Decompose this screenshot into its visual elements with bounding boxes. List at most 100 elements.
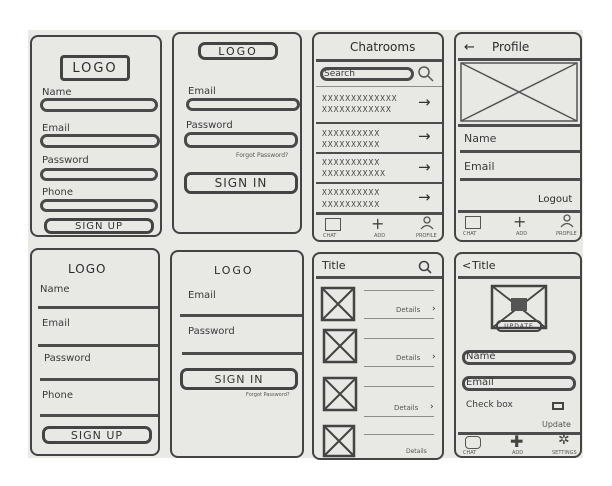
signup-screen-2: LOGO Name Email Password Phone SIGN UP: [30, 248, 160, 456]
profile-nav-item[interactable]: PROFILE: [414, 216, 442, 240]
add-label: ADD: [512, 450, 524, 456]
add-nav-item[interactable]: + ADD: [368, 214, 392, 240]
update-image-button[interactable]: UPDATE: [496, 320, 542, 332]
edit-screen: < Title UPDATE Name Email Check box Upda…: [454, 252, 582, 458]
page-title: Title: [322, 259, 346, 272]
settings-label: SETTINGS: [552, 450, 577, 456]
phone-label: Phone: [42, 187, 73, 198]
chat-line-2: XXXXXXXXXX: [322, 140, 381, 149]
user-icon: [420, 216, 434, 230]
name-field[interactable]: [38, 306, 158, 309]
name-label: Name: [466, 351, 496, 362]
image-placeholder-icon: [322, 328, 358, 364]
profile-screen: ← Profile Name Email Logout CHAT + ADD P…: [454, 32, 582, 242]
chatrooms-screen: Chatrooms Search XXXXXXXXXXXXX XXXXXXXXX…: [312, 32, 444, 242]
password-label: Password: [42, 155, 89, 166]
add-nav-item[interactable]: + ADD: [510, 212, 534, 240]
password-label: Password: [188, 326, 235, 337]
chat-nav-item[interactable]: CHAT: [320, 218, 346, 240]
sign-up-button[interactable]: SIGN UP: [44, 218, 154, 234]
checkbox-label: Check box: [466, 400, 513, 410]
search-icon[interactable]: [418, 66, 434, 82]
chat-icon: [465, 436, 481, 449]
password-field[interactable]: [40, 378, 158, 381]
chat-icon: [465, 216, 481, 229]
checkbox[interactable]: [552, 402, 564, 410]
phone-label: Phone: [42, 390, 73, 401]
plus-icon: ✚: [510, 432, 524, 451]
profile-label: PROFILE: [556, 231, 577, 237]
gear-icon: ✲: [558, 432, 570, 448]
plus-icon: +: [371, 214, 385, 233]
chat-line-2: XXXXXXXXXXXX: [322, 105, 392, 114]
arrow-right-icon[interactable]: →: [418, 160, 431, 175]
forgot-password-link[interactable]: Forgot Password?: [236, 152, 288, 159]
email-field[interactable]: [186, 98, 300, 111]
add-label: ADD: [374, 233, 386, 239]
forgot-password-link[interactable]: Forgot Password?: [246, 392, 290, 398]
password-field[interactable]: [182, 352, 302, 355]
email-label: Email: [188, 290, 216, 301]
list-item[interactable]: XXXXXXXXXXXXX XXXXXXXXXXXX →: [314, 90, 442, 124]
details-link[interactable]: Details: [406, 448, 427, 455]
email-label: Email: [466, 377, 494, 388]
list-item[interactable]: Details ›: [314, 326, 442, 372]
email-label: Email: [464, 160, 495, 173]
list-item[interactable]: Details ›: [314, 280, 442, 324]
back-icon[interactable]: <: [462, 259, 471, 272]
password-label: Password: [44, 353, 91, 364]
arrow-right-icon[interactable]: →: [418, 95, 431, 110]
image-placeholder-icon: [322, 424, 356, 458]
chat-label: CHAT: [463, 231, 477, 237]
settings-nav-item[interactable]: ✲ SETTINGS: [552, 432, 580, 456]
email-label: Email: [42, 318, 70, 329]
email-field[interactable]: [38, 344, 158, 347]
logout-button[interactable]: Logout: [538, 194, 572, 205]
list-item[interactable]: XXXXXXXXXX XXXXXXXXXXX →: [314, 154, 442, 184]
email-label: Email: [188, 86, 216, 97]
phone-field[interactable]: [40, 199, 158, 212]
details-link[interactable]: Details: [394, 404, 418, 412]
search-icon[interactable]: [418, 260, 432, 274]
page-title: Profile: [492, 40, 530, 54]
email-field[interactable]: [180, 314, 302, 317]
chat-label: CHAT: [323, 233, 337, 239]
signup-screen-1: LOGO Name Email Password Phone SIGN UP: [30, 35, 162, 237]
password-field[interactable]: [40, 168, 158, 181]
page-title: Title: [472, 259, 496, 272]
logo: LOGO: [60, 55, 130, 81]
page-title: Chatrooms: [350, 40, 416, 54]
chat-line-1: XXXXXXXXXX: [322, 158, 381, 167]
details-link[interactable]: Details: [396, 354, 420, 362]
email-field[interactable]: [460, 178, 580, 181]
name-field[interactable]: [460, 150, 580, 153]
signin-screen-1: LOGO Email Password Forgot Password? SIG…: [172, 32, 302, 234]
details-link[interactable]: Details: [396, 306, 420, 314]
list-screen: Title Details › Details › Details › Deta…: [312, 252, 444, 460]
password-label: Password: [186, 120, 233, 131]
phone-field[interactable]: [40, 414, 158, 417]
chat-line-1: XXXXXXXXXXXXX: [322, 94, 398, 103]
chat-nav-item[interactable]: CHAT: [460, 216, 488, 240]
sign-up-button[interactable]: SIGN UP: [42, 426, 152, 444]
arrow-right-icon[interactable]: →: [418, 190, 431, 205]
profile-nav-item[interactable]: PROFILE: [554, 214, 580, 240]
sign-in-button[interactable]: SIGN IN: [184, 172, 298, 194]
update-link[interactable]: Update: [542, 420, 571, 429]
chevron-right-icon: ›: [430, 402, 434, 412]
add-nav-item[interactable]: ✚ ADD: [506, 432, 532, 456]
email-field[interactable]: [40, 134, 160, 148]
list-item[interactable]: Details: [314, 422, 442, 458]
signin-screen-2: LOGO Email Password SIGN IN Forgot Passw…: [170, 250, 304, 458]
list-item[interactable]: Details ›: [314, 374, 442, 420]
chat-nav-item[interactable]: CHAT: [460, 436, 488, 456]
password-field[interactable]: [184, 132, 298, 148]
user-icon: [560, 214, 574, 228]
plus-icon: +: [513, 212, 527, 231]
logo: LOGO: [68, 262, 107, 276]
back-arrow-icon[interactable]: ←: [464, 40, 475, 55]
name-field[interactable]: [40, 98, 158, 112]
arrow-right-icon[interactable]: →: [418, 129, 431, 144]
sign-in-button[interactable]: SIGN IN: [180, 368, 298, 390]
image-placeholder-icon: [320, 286, 356, 322]
